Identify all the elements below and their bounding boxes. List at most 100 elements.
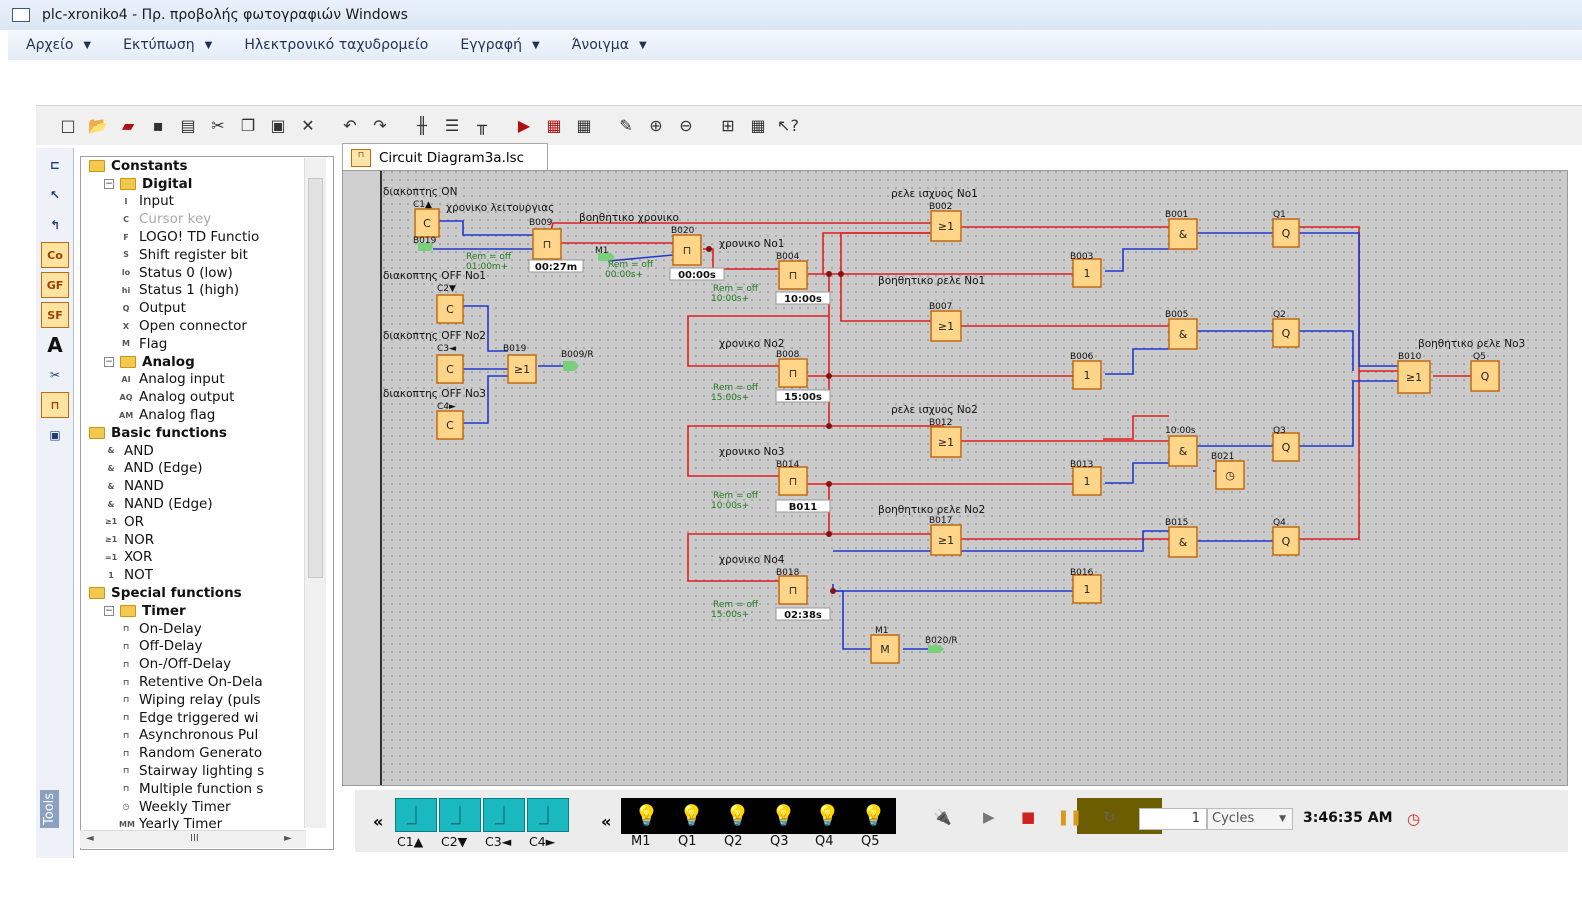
menu-file[interactable]: Αρχείο ▼: [26, 37, 91, 53]
tree-item[interactable]: & AND (Edge): [81, 460, 333, 478]
special-functions-icon[interactable]: SF: [41, 302, 69, 328]
page-layout-icon[interactable]: ⊞: [716, 114, 740, 138]
tree-item[interactable]: ⊓ Random Generato: [81, 744, 333, 762]
save-icon[interactable]: ▪: [146, 114, 170, 138]
collapse-icon[interactable]: −: [104, 356, 114, 367]
circuit-diagram[interactable]: C⊓ ⊓⊓CCC≥1≥1& Q1≥1⊓& Q1 ≥1 Q≥1⊓& Q1 ◷≥1 & Q⊓ 1M 00…: [343, 171, 1568, 786]
close-file-icon[interactable]: ▰: [116, 114, 140, 138]
new-file-icon[interactable]: □: [56, 114, 80, 138]
pause-icon[interactable]: ❚❚: [1057, 808, 1082, 826]
tree-item[interactable]: ⊓ On-Delay: [81, 620, 333, 638]
tree-item[interactable]: & AND: [81, 442, 333, 460]
menu-print[interactable]: Εκτύπωση ▼: [123, 37, 212, 53]
tree-item[interactable]: S Shift register bit: [81, 246, 333, 264]
online-test-icon[interactable]: ▣: [41, 422, 69, 448]
simulation-icon[interactable]: ⊓: [41, 392, 69, 418]
text-tool-icon[interactable]: A: [41, 332, 69, 358]
tree-item[interactable]: − Timer: [81, 602, 333, 620]
pen-icon[interactable]: ✎: [614, 114, 638, 138]
tree-item[interactable]: & NAND (Edge): [81, 495, 333, 513]
scroll-left-icon[interactable]: ◄: [86, 833, 94, 844]
menu-email[interactable]: Ηλεκτρονικό ταχυδρομείο: [244, 37, 428, 53]
align-vertical-icon[interactable]: ☰: [440, 114, 464, 138]
tree-item[interactable]: X Open connector: [81, 317, 333, 335]
tree-scrollbar[interactable]: [304, 158, 326, 828]
tree-item[interactable]: AM Analog flag: [81, 406, 333, 424]
tree-item[interactable]: Q Output: [81, 299, 333, 317]
tree-item[interactable]: C Cursor key: [81, 210, 333, 228]
circuit-diagram-canvas[interactable]: C ⊓ ⊓ ⊓ C C C ≥1 ≥1 & Q 1 ≥1 ⊓ & Q 1 ≥1 Q ≥1 ⊓ & Q 1 ◷ ≥1 & Q ⊓ 1 M 00…: [342, 170, 1568, 786]
collapse-icon[interactable]: −: [104, 178, 114, 189]
cut-connection-icon[interactable]: ✂: [41, 362, 69, 388]
open-folder-icon[interactable]: 📂: [86, 114, 110, 138]
tree-item[interactable]: ≥1 OR: [81, 513, 333, 531]
transfer-to-logo-icon[interactable]: ▶: [512, 114, 536, 138]
select-arrow-icon[interactable]: ↖: [41, 182, 69, 208]
tree-item[interactable]: − Analog: [81, 353, 333, 371]
scrollbar-thumb[interactable]: [308, 178, 323, 578]
tree-item[interactable]: ≥1 NOR: [81, 531, 333, 549]
pc-to-logo-icon[interactable]: ▦: [542, 114, 566, 138]
menu-burn[interactable]: Εγγραφή ▼: [460, 37, 539, 53]
tree-item[interactable]: Special functions: [81, 584, 333, 602]
play-icon[interactable]: ▶: [983, 808, 995, 826]
redo-icon[interactable]: ↷: [368, 114, 392, 138]
single-step-icon[interactable]: ↻: [1103, 808, 1116, 826]
logo-to-pc-icon[interactable]: ▦: [572, 114, 596, 138]
cycles-input[interactable]: 1: [1139, 808, 1207, 830]
help-pointer-icon[interactable]: ↖?: [776, 114, 800, 138]
tree-item[interactable]: 1 NOT: [81, 566, 333, 584]
stop-icon[interactable]: ■: [1021, 808, 1035, 826]
tree-item[interactable]: I Input: [81, 193, 333, 211]
paste-icon[interactable]: ▣: [266, 114, 290, 138]
delete-icon[interactable]: ✕: [296, 114, 320, 138]
tree-item[interactable]: hi Status 1 (high): [81, 282, 333, 300]
collapse-switches-icon[interactable]: «: [373, 812, 383, 831]
switch-c2[interactable]: ⏌: [439, 798, 481, 832]
constants-icon[interactable]: Co: [41, 242, 69, 268]
tree-item[interactable]: ⊓ Retentive On-Dela: [81, 673, 333, 691]
tree-item[interactable]: Basic functions: [81, 424, 333, 442]
tree-item[interactable]: ⊓ Off-Delay: [81, 638, 333, 656]
connector-icon[interactable]: ⊏: [41, 152, 69, 178]
cycles-select[interactable]: Cycles ▼: [1207, 808, 1293, 830]
power-icon[interactable]: 🔌: [933, 808, 952, 826]
align-horizontal-icon[interactable]: ╫: [410, 114, 434, 138]
zoom-in-icon[interactable]: ⊕: [644, 114, 668, 138]
tree-item[interactable]: M Flag: [81, 335, 333, 353]
switch-c1[interactable]: ⏌: [395, 798, 437, 832]
align-grid-icon[interactable]: ╥: [470, 114, 494, 138]
undo-icon[interactable]: ↶: [338, 114, 362, 138]
tree-item[interactable]: ◷ Weekly Timer: [81, 798, 333, 816]
tree-item[interactable]: Constants: [81, 157, 333, 175]
collapse-icon[interactable]: −: [104, 605, 114, 616]
grid-icon[interactable]: ▦: [746, 114, 770, 138]
tab-circuit-diagram[interactable]: ⊓ Circuit Diagram3a.lsc: [342, 143, 548, 171]
tree-horizontal-scrollbar[interactable]: ◄ III ►: [80, 830, 306, 848]
tree-item[interactable]: F LOGO! TD Functio: [81, 228, 333, 246]
zoom-out-icon[interactable]: ⊖: [674, 114, 698, 138]
tree-item[interactable]: lo Status 0 (low): [81, 264, 333, 282]
scroll-right-icon[interactable]: ►: [284, 833, 292, 844]
tree-item[interactable]: & NAND: [81, 477, 333, 495]
copy-icon[interactable]: ❐: [236, 114, 260, 138]
switch-c4[interactable]: ⏌: [527, 798, 569, 832]
tree-item[interactable]: ⊓ Asynchronous Pul: [81, 727, 333, 745]
basic-functions-icon[interactable]: GF: [41, 272, 69, 298]
menu-open[interactable]: Άνοιγμα ▼: [572, 37, 647, 53]
cut-icon[interactable]: ✂: [206, 114, 230, 138]
tree-item[interactable]: − Digital: [81, 175, 333, 193]
tree-item[interactable]: AQ Analog output: [81, 388, 333, 406]
tree-item[interactable]: ⊓ Edge triggered wi: [81, 709, 333, 727]
tree-item[interactable]: ⊓ Stairway lighting s: [81, 762, 333, 780]
print-icon[interactable]: ▤: [176, 114, 200, 138]
collapse-outputs-icon[interactable]: «: [601, 812, 611, 831]
tree-item[interactable]: ⊓ On-/Off-Delay: [81, 655, 333, 673]
tree-item[interactable]: ⊓ Wiping relay (puls: [81, 691, 333, 709]
switch-c3[interactable]: ⏌: [483, 798, 525, 832]
tree-item[interactable]: AI Analog input: [81, 371, 333, 389]
tree-item[interactable]: ⊓ Multiple function s: [81, 780, 333, 798]
connect-icon[interactable]: ↰: [41, 212, 69, 238]
tree-item[interactable]: =1 XOR: [81, 549, 333, 567]
clock-icon[interactable]: ◷: [1407, 810, 1420, 828]
